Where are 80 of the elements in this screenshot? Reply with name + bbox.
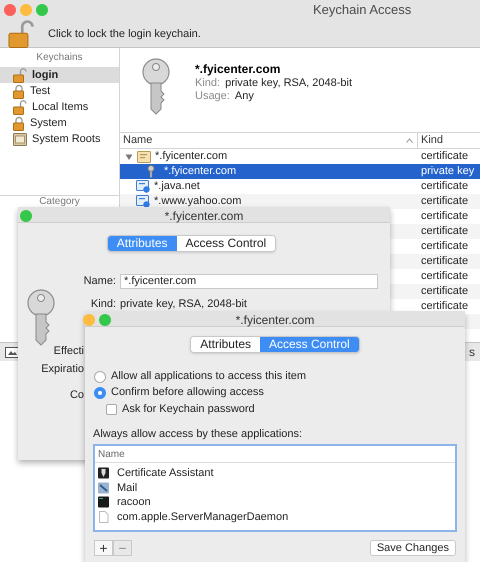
list-item[interactable]: racoon bbox=[117, 494, 151, 510]
field-value: Any bbox=[234, 90, 254, 103]
field-label: Kind: bbox=[90, 296, 117, 312]
table-cell-text: certificate bbox=[420, 254, 470, 270]
tab[interactable]: Attributes bbox=[191, 337, 260, 352]
section-header: Category bbox=[39, 196, 80, 208]
tab[interactable]: Access Control bbox=[176, 236, 276, 251]
table-cell-text: certificate bbox=[420, 179, 470, 194]
item-name: *.fyicenter.com bbox=[195, 62, 282, 77]
lock-icon bbox=[13, 84, 25, 98]
option-label: Ask for Keychain password bbox=[122, 402, 255, 418]
section-header: Keychains bbox=[35, 51, 84, 65]
mail-icon bbox=[98, 482, 109, 494]
column-header[interactable]: Name bbox=[123, 132, 152, 149]
certificate-icon bbox=[136, 180, 150, 193]
field-label: Kind: bbox=[195, 77, 220, 90]
option-label: Allow all applications to access this item bbox=[111, 369, 306, 384]
window-controls-icon bbox=[19, 209, 33, 223]
status-text: s bbox=[469, 344, 475, 361]
picture-frame-icon bbox=[5, 346, 20, 358]
cabinet-icon bbox=[13, 132, 27, 146]
table-cell-text: private key bbox=[420, 164, 476, 180]
window-title: *.fyicenter.com bbox=[164, 208, 244, 225]
option-label: Confirm before allowing access bbox=[111, 385, 264, 400]
window-title: *.fyicenter.com bbox=[236, 312, 314, 329]
sidebar-item[interactable]: Local Items bbox=[0, 99, 119, 115]
list-item[interactable]: com.apple.ServerManagerDaemon bbox=[117, 508, 288, 525]
sidebar-item[interactable]: Test bbox=[0, 83, 119, 99]
add-button[interactable]: + bbox=[94, 540, 113, 556]
table-cell-text: certificate bbox=[420, 284, 470, 300]
table-cell-text: certificate bbox=[420, 239, 470, 254]
table-cell-text: *.java.net bbox=[154, 179, 200, 194]
disclosure-triangle-icon[interactable] bbox=[125, 152, 133, 160]
table-cell-text: certificate bbox=[420, 299, 470, 314]
document-icon bbox=[98, 510, 109, 523]
table-cell-text: *.fyicenter.com bbox=[155, 149, 228, 164]
table-cell-text: certificate bbox=[420, 149, 470, 164]
lock-icon bbox=[13, 116, 25, 130]
sort-caret-icon bbox=[406, 138, 413, 143]
table-cell-text: *.fyicenter.com bbox=[164, 164, 236, 180]
table-cell-text: certificate bbox=[420, 209, 470, 224]
window-controls-icon bbox=[3, 2, 49, 17]
window-controls-icon bbox=[82, 313, 112, 327]
table-cell-text: certificate bbox=[420, 194, 470, 210]
list-item[interactable]: Certificate Assistant bbox=[117, 465, 214, 482]
sidebar-item[interactable]: System Roots bbox=[0, 131, 119, 147]
checkbox[interactable] bbox=[106, 404, 117, 415]
table-row[interactable]: *.fyicenter.com private key bbox=[120, 164, 480, 179]
save-changes-button[interactable]: Save Changes bbox=[370, 540, 456, 556]
lock-icon bbox=[13, 100, 27, 114]
lock-message: Click to lock the login keychain. bbox=[48, 26, 201, 42]
lock-button[interactable] bbox=[8, 20, 35, 48]
table-cell-text: certificate bbox=[420, 269, 470, 284]
field-value: private key, RSA, 2048-bit bbox=[225, 77, 352, 90]
field-label: Co bbox=[70, 389, 84, 402]
list-item[interactable]: Mail bbox=[117, 480, 138, 496]
table-cell-text: *.www.yahoo.com bbox=[154, 194, 242, 210]
column-header[interactable]: Name bbox=[98, 446, 125, 462]
field-label: Usage: bbox=[195, 90, 230, 103]
column-header[interactable]: Kind bbox=[418, 132, 480, 149]
field-label: Effecti bbox=[54, 345, 84, 358]
table-cell-text: certificate bbox=[420, 224, 470, 240]
field-value: private key, RSA, 2048-bit bbox=[120, 296, 247, 312]
list-label: Always allow access by these applications: bbox=[93, 428, 304, 441]
field-label: Name: bbox=[82, 274, 117, 289]
sidebar-item[interactable]: System bbox=[0, 115, 119, 131]
key-icon bbox=[147, 165, 155, 178]
certificate-icon bbox=[137, 150, 151, 162]
radio-button[interactable] bbox=[94, 386, 106, 398]
terminal-icon bbox=[98, 496, 109, 508]
certificate-assistant-icon bbox=[98, 467, 109, 480]
radio-button[interactable] bbox=[94, 370, 106, 382]
table-row[interactable]: *.www.yahoo.com certificate bbox=[120, 194, 480, 209]
lock-icon bbox=[13, 68, 27, 82]
window-title: Keychain Access bbox=[313, 1, 412, 19]
field-label: Expiratio bbox=[41, 363, 84, 376]
sidebar-item[interactable]: login bbox=[0, 67, 119, 83]
lock-icon bbox=[8, 20, 35, 48]
certificate-icon bbox=[136, 195, 150, 208]
name-field[interactable]: *.fyicenter.com bbox=[120, 274, 378, 289]
